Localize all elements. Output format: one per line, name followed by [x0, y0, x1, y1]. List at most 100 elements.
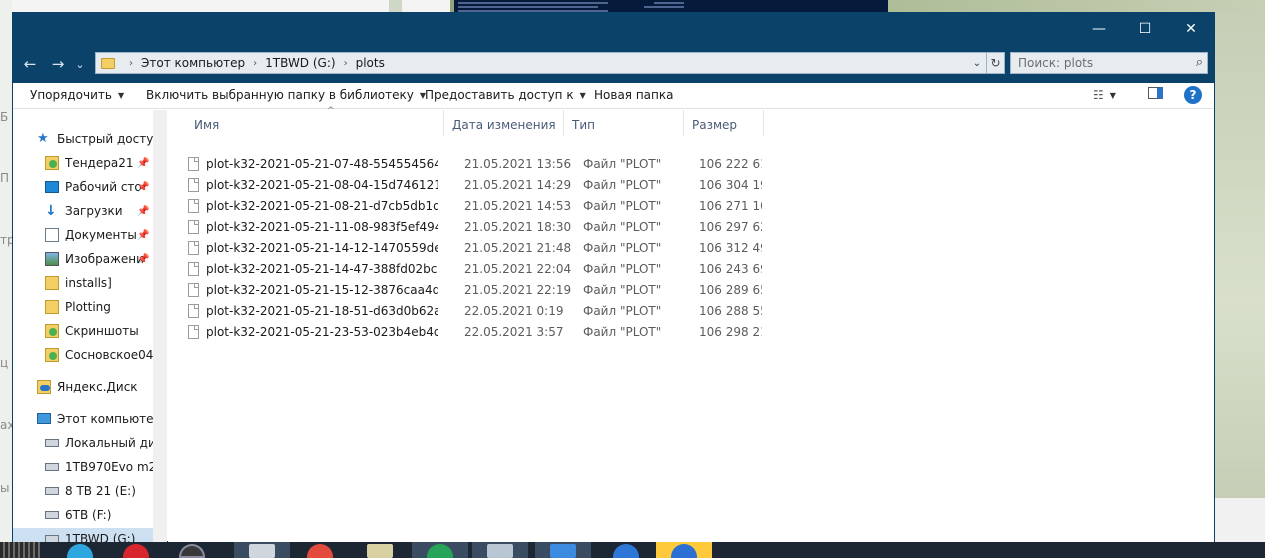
help-icon[interactable]: ?	[1184, 86, 1202, 104]
nav-item-screenshots[interactable]: Скриншоты	[13, 320, 153, 342]
pin-icon: 📌	[137, 229, 150, 241]
nav-item-pictures[interactable]: Изображени 📌	[13, 248, 153, 270]
file-icon	[188, 262, 199, 276]
back-arrow-icon[interactable]: ←	[19, 54, 41, 74]
nav-quick-access[interactable]: ★ Быстрый доступ	[13, 128, 153, 150]
file-size: 106 271 10...	[699, 199, 762, 213]
drive-icon	[45, 463, 59, 471]
keyboard-icon[interactable]	[234, 542, 290, 558]
include-in-library-menu[interactable]: Включить выбранную папку в библиотеку ▼	[146, 88, 426, 102]
file-icon	[188, 325, 199, 339]
drive-icon	[45, 511, 59, 519]
table-row[interactable]: plot-k32-2021-05-21-11-08-983f5ef494dd..…	[188, 216, 768, 237]
file-type: Файл "PLOT"	[583, 241, 662, 255]
nav-drive-e[interactable]: 8 TB 21 (E:)	[13, 480, 153, 502]
view-options-icon[interactable]: ☷ ▼	[1093, 88, 1116, 102]
new-folder-button[interactable]: Новая папка	[594, 88, 673, 102]
column-header-date[interactable]: Дата изменения	[444, 110, 564, 136]
table-row[interactable]: plot-k32-2021-05-21-14-12-1470559deca...…	[188, 237, 768, 258]
file-type: Файл "PLOT"	[583, 178, 662, 192]
forward-arrow-icon[interactable]: →	[47, 54, 69, 74]
sync-badge	[49, 160, 57, 168]
recent-locations-icon[interactable]: ⌄	[73, 54, 87, 74]
nav-label: Яндекс.Диск	[57, 380, 138, 394]
table-row[interactable]: plot-k32-2021-05-21-15-12-3876caa4d4c...…	[188, 279, 768, 300]
explorer-window: — ☐ ✕ ← → ⌄ › Этот компьютер › 1TBWD (G:…	[12, 12, 1215, 542]
table-row[interactable]: plot-k32-2021-05-21-08-04-15d7461212e...…	[188, 174, 768, 195]
start-button[interactable]	[0, 542, 40, 558]
folder-sync-icon	[45, 348, 59, 362]
breadcrumb-drive[interactable]: 1TBWD (G:)	[265, 56, 335, 70]
yandex-icon[interactable]	[598, 542, 654, 558]
breadcrumb-separator[interactable]: ›	[253, 58, 257, 69]
address-bar[interactable]: › Этот компьютер › 1TBWD (G:) › plots ⌄	[95, 52, 987, 74]
share-menu[interactable]: Предоставить доступ к ▼	[425, 88, 586, 102]
nav-scrollbar[interactable]	[153, 110, 167, 542]
nav-drive-f[interactable]: 6TB (F:)	[13, 504, 153, 526]
search-input[interactable]: Поиск: plots ⌕	[1010, 52, 1208, 74]
table-row[interactable]: plot-k32-2021-05-21-07-48-55455456411...…	[188, 153, 768, 174]
window-shape	[550, 544, 576, 558]
table-row[interactable]: plot-k32-2021-05-21-23-53-023b4eb4d5c...…	[188, 321, 768, 342]
nav-yandex-disk[interactable]: Яндекс.Диск	[13, 376, 153, 398]
search-icon[interactable]: ⌕	[1196, 55, 1203, 70]
explorer-icon[interactable]	[656, 542, 712, 558]
green-app-icon[interactable]	[412, 542, 468, 558]
nav-item-documents[interactable]: Документы 📌	[13, 224, 153, 246]
nav-item-plotting[interactable]: Plotting	[13, 296, 153, 318]
telegram-icon[interactable]	[52, 542, 108, 558]
breadcrumb-plots[interactable]: plots	[356, 56, 385, 70]
nav-drive-g[interactable]: 1TBWD (G:)	[13, 528, 153, 542]
maximize-button[interactable]: ☐	[1122, 13, 1168, 45]
table-row[interactable]: plot-k32-2021-05-21-14-47-388fd02bc8e...…	[188, 258, 768, 279]
file-icon[interactable]	[472, 542, 528, 558]
nav-label: Изображени	[65, 252, 144, 266]
breadcrumb-separator[interactable]: ›	[344, 58, 348, 69]
file-name: plot-k32-2021-05-21-14-12-1470559deca...	[206, 241, 438, 255]
nav-drive-970evo[interactable]: 1TB970Evo m2 (I	[13, 456, 153, 478]
window-icon[interactable]	[535, 542, 591, 558]
close-button[interactable]: ✕	[1168, 13, 1214, 45]
obs-icon[interactable]	[164, 542, 220, 558]
column-header-type[interactable]: Тип	[564, 110, 684, 136]
preview-pane-icon[interactable]	[1148, 87, 1163, 102]
pin-icon: 📌	[137, 181, 150, 193]
organize-menu[interactable]: Упорядочить ▼	[30, 88, 124, 102]
opera-icon[interactable]	[108, 542, 164, 558]
sync-badge	[49, 328, 57, 336]
background-window-right	[1215, 498, 1265, 542]
nav-item-installs[interactable]: installs]	[13, 272, 153, 294]
file-size: 106 298 21...	[699, 325, 762, 339]
column-label: Тип	[572, 118, 595, 132]
breadcrumb-separator[interactable]: ›	[129, 58, 133, 69]
yandex-shape	[613, 544, 639, 558]
table-row[interactable]: plot-k32-2021-05-21-18-51-d63d0b62af6...…	[188, 300, 768, 321]
nav-this-pc[interactable]: Этот компьютер	[13, 408, 153, 430]
yandex-disk-icon	[37, 380, 51, 394]
notepad-icon[interactable]	[352, 542, 408, 558]
title-bar[interactable]: — ☐ ✕	[13, 13, 1214, 45]
minimize-button[interactable]: —	[1076, 13, 1122, 45]
address-dropdown-icon[interactable]: ⌄	[968, 53, 986, 73]
nav-drive-local[interactable]: Локальный дис	[13, 432, 153, 454]
opera-shape	[123, 544, 149, 558]
nav-scrollbar-thumb[interactable]	[156, 110, 164, 542]
nav-item-desktop[interactable]: Рабочий сто 📌	[13, 176, 153, 198]
breadcrumb-this-pc[interactable]: Этот компьютер	[141, 56, 245, 70]
refresh-icon[interactable]: ↻	[987, 52, 1005, 74]
column-header-size[interactable]: Размер	[684, 110, 764, 136]
column-label: Имя	[194, 118, 220, 132]
nav-item-sosnovskoe[interactable]: Сосновское042	[13, 344, 153, 366]
column-header-name[interactable]: ^ Имя	[186, 106, 444, 136]
nav-item-tendera21[interactable]: Тендера21 📌	[13, 152, 153, 174]
sort-arrow-icon: ^	[327, 106, 335, 116]
nav-label: Тендера21	[65, 156, 134, 170]
file-size: 106 222 61...	[699, 157, 762, 171]
nav-label: installs]	[65, 276, 112, 290]
caret-down-icon: ▼	[579, 91, 586, 100]
file-name: plot-k32-2021-05-21-11-08-983f5ef494dd..…	[206, 220, 438, 234]
chrome-icon[interactable]	[292, 542, 348, 558]
nav-label: Быстрый доступ	[57, 132, 153, 146]
table-row[interactable]: plot-k32-2021-05-21-08-21-d7cb5db1d1... …	[188, 195, 768, 216]
nav-item-downloads[interactable]: ↓ Загрузки 📌	[13, 200, 153, 222]
